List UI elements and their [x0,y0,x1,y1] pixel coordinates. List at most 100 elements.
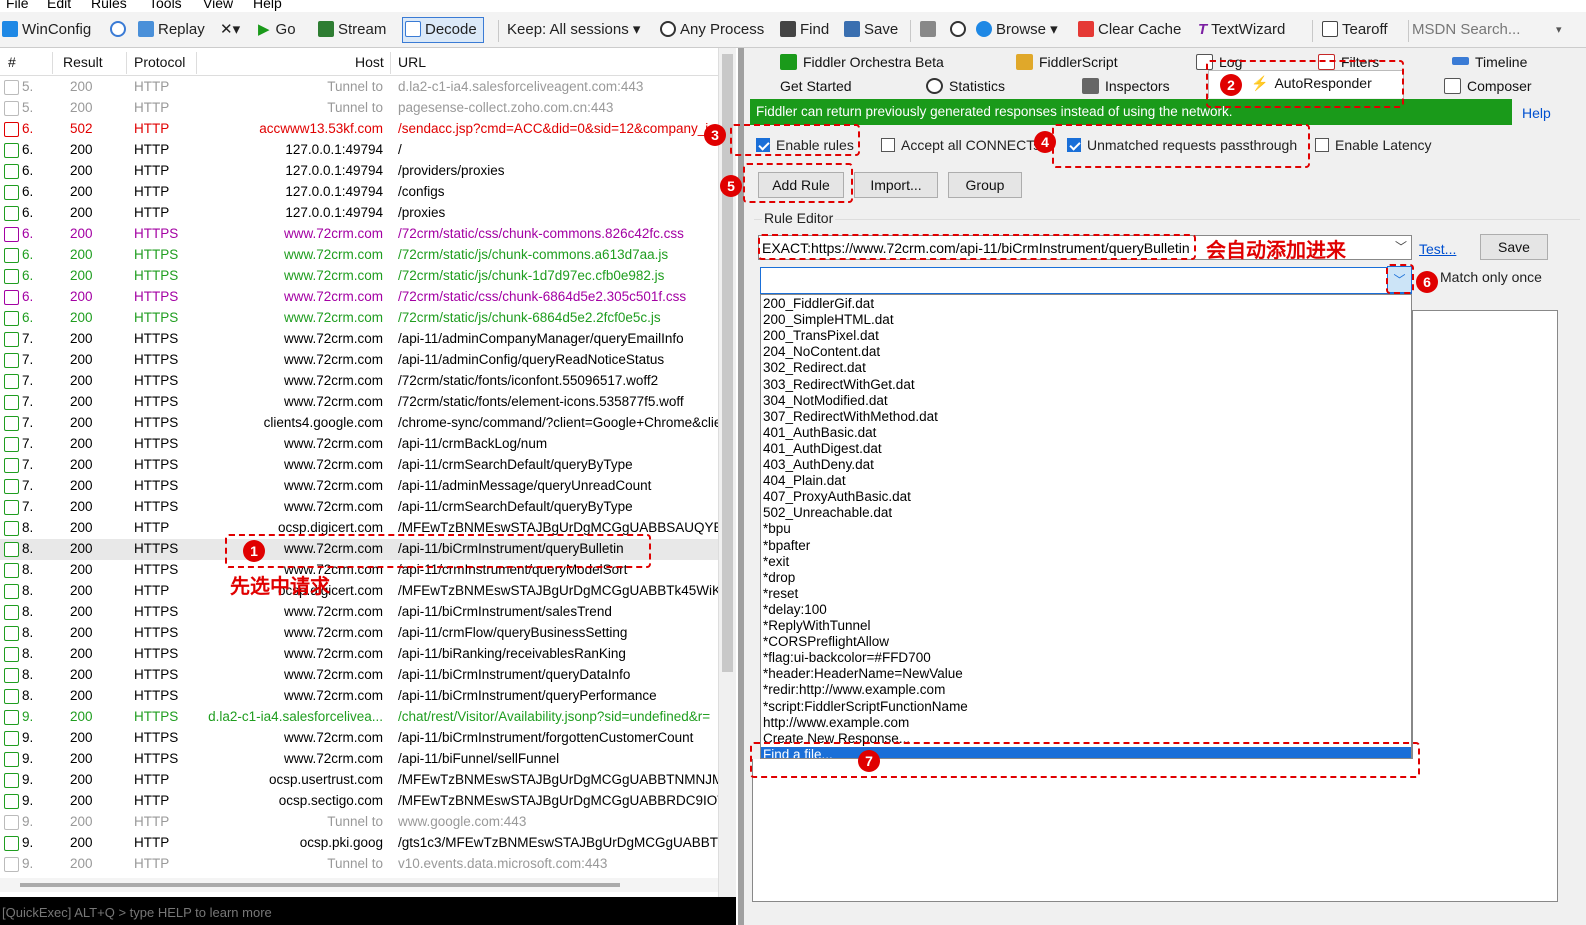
table-row[interactable]: 6. 200 HTTPS www.72crm.com/72crm/static/js/… [0,266,718,287]
table-row[interactable]: 6. 200 HTTPS www.72crm.com/72crm/static/js/… [0,245,718,266]
table-row[interactable]: 6. 200 HTTP 127.0.0.1:49794/proxies [0,203,718,224]
dropdown-option[interactable]: *flag:ui-backcolor=#FFD700 [763,650,931,666]
table-row[interactable]: 7. 200 HTTPS www.72crm.com/api-11/crmSearch… [0,455,718,476]
sessions-hscrollbar[interactable] [0,878,718,892]
table-row[interactable]: 9. 200 HTTP Tunnel to v10.events.data.micros… [0,854,718,875]
col-protocol[interactable]: Protocol [134,54,185,70]
table-row[interactable]: 5. 200 HTTP Tunnel to d.la2-c1-ia4.salesforc… [0,77,718,98]
enable-latency-checkbox[interactable]: Enable Latency [1315,137,1432,153]
table-row[interactable]: 7. 200 HTTPS www.72crm.com/api-11/crmSearch… [0,497,718,518]
dropdown-option[interactable]: http://www.example.com [763,715,909,731]
tab-composer[interactable]: Composer [1444,78,1532,94]
table-row[interactable]: 6. 200 HTTPS www.72crm.com/72crm/static/js/… [0,308,718,329]
table-row[interactable]: 6. 502 HTTP accwww13.53kf.com/sendacc.jsp?c… [0,119,718,140]
browse-button[interactable]: Browse ▾ [976,18,1058,42]
tearoff-button[interactable]: Tearoff [1322,18,1388,42]
clear-cache-button[interactable]: Clear Cache [1078,18,1181,42]
accept-connects-checkbox[interactable]: Accept all CONNECTs [881,137,1040,153]
chevron-down-icon[interactable]: ﹀ [1392,236,1410,259]
table-row[interactable]: 8. 200 HTTP ocsp.digicert.com/MFEwTzBNMEswS… [0,581,718,602]
table-row[interactable]: 9. 200 HTTP ocsp.pki.goog/gts1c3/MFEwTzBNME… [0,833,718,854]
textwizard-button[interactable]: T TextWizard [1198,18,1285,42]
dropdown-option[interactable]: *reset [763,586,798,602]
dropdown-option[interactable]: *bpafter [763,538,810,554]
dropdown-option[interactable]: *CORSPreflightAllow [763,634,889,650]
col-result[interactable]: Result [63,54,103,70]
decode-button[interactable]: Decode [402,17,484,43]
keep-sessions-dropdown[interactable]: Keep: All sessions ▾ [507,18,640,42]
dropdown-option[interactable]: 401_AuthBasic.dat [763,425,876,441]
dropdown-option[interactable]: *script:FiddlerScriptFunctionName [763,699,968,715]
dropdown-option[interactable]: 304_NotModified.dat [763,393,888,409]
screenshot-button[interactable] [920,18,940,42]
response-input[interactable] [760,267,1412,294]
tab-fiddler-orchestra[interactable]: Fiddler Orchestra Beta [780,54,944,70]
col-host[interactable]: Host [355,54,384,70]
table-row[interactable]: 7. 200 HTTPS www.72crm.com/72crm/static/fon… [0,392,718,413]
dropdown-option[interactable]: *delay:100 [763,602,827,618]
menu-tools[interactable]: Tools [149,0,182,11]
dropdown-option[interactable]: *header:HeaderName=NewValue [763,666,963,682]
table-row[interactable]: 9. 200 HTTPS d.la2-c1-ia4.salesforcelivea..… [0,707,718,728]
table-row[interactable]: 7. 200 HTTPS www.72crm.com/api-11/adminConf… [0,350,718,371]
import-button[interactable]: Import... [854,172,938,198]
overflow-chevron-icon[interactable]: ▾ [1556,18,1562,42]
dropdown-option[interactable]: 200_SimpleHTML.dat [763,312,894,328]
dropdown-option[interactable]: 200_FiddlerGif.dat [763,296,874,312]
dropdown-option[interactable]: 403_AuthDeny.dat [763,457,874,473]
dropdown-option[interactable]: *exit [763,554,789,570]
table-row[interactable]: 8. 200 HTTPS www.72crm.com/api-11/crmFlow/q… [0,623,718,644]
menu-file[interactable]: File [6,0,29,11]
dropdown-option[interactable]: 502_Unreachable.dat [763,505,892,521]
response-dropdown-list[interactable]: 200_FiddlerGif.dat 200_SimpleHTML.dat 200_… [760,294,1412,759]
table-row[interactable]: 6. 200 HTTP 127.0.0.1:49794/configs [0,182,718,203]
tab-get-started[interactable]: Get Started [780,78,852,94]
menu-edit[interactable]: Edit [47,0,71,11]
dropdown-option[interactable]: 204_NoContent.dat [763,344,880,360]
menu-help[interactable]: Help [253,0,282,11]
table-row[interactable]: 7. 200 HTTPS www.72crm.com/api-11/adminMess… [0,476,718,497]
find-button[interactable]: Find [780,18,829,42]
stream-button[interactable]: Stream [318,18,386,42]
any-process-button[interactable]: Any Process [660,18,764,42]
table-row[interactable]: 9. 200 HTTPS www.72crm.com/api-11/biCrmInst… [0,728,718,749]
col-num[interactable]: # [8,54,16,70]
dropdown-option[interactable]: *redir:http://www.example.com [763,682,945,698]
timer-button[interactable] [950,18,970,42]
dropdown-option[interactable]: 401_AuthDigest.dat [763,441,882,457]
dropdown-option[interactable]: 404_Plain.dat [763,473,846,489]
table-row[interactable]: 9. 200 HTTP Tunnel to www.google.com:443 [0,812,718,833]
remove-button[interactable]: ✕▾ [220,18,240,42]
table-row[interactable]: 6. 200 HTTPS www.72crm.com/72crm/static/css… [0,287,718,308]
table-row[interactable]: 6. 200 HTTP 127.0.0.1:49794 / [0,140,718,161]
replay-button[interactable]: Replay [138,18,205,42]
dropdown-option[interactable]: 307_RedirectWithMethod.dat [763,409,938,425]
go-button[interactable]: ▶ Go [258,18,296,42]
menu-view[interactable]: View [203,0,233,11]
dropdown-option[interactable]: 200_TransPixel.dat [763,328,879,344]
col-url[interactable]: URL [398,54,426,70]
dropdown-option[interactable]: 302_Redirect.dat [763,360,866,376]
table-row[interactable]: 9. 200 HTTPS www.72crm.com/api-11/biFunnel/… [0,749,718,770]
dropdown-option[interactable]: *drop [763,570,795,586]
table-row[interactable]: 9. 200 HTTP ocsp.usertrust.com/MFEwTzBNMEsw… [0,770,718,791]
table-row[interactable]: 7. 200 HTTPS www.72crm.com/api-11/adminComp… [0,329,718,350]
tab-fiddlerscript[interactable]: FiddlerScript [1016,54,1118,70]
save-button[interactable]: Save [844,18,898,42]
table-row[interactable]: 6. 200 HTTP 127.0.0.1:49794/providers/proxi… [0,161,718,182]
menu-rules[interactable]: Rules [91,0,127,11]
tab-timeline[interactable]: Timeline [1452,54,1527,70]
dropdown-option[interactable]: 407_ProxyAuthBasic.dat [763,489,911,505]
quickexec-input[interactable]: [QuickExec] ALT+Q > type HELP to learn m… [0,897,736,925]
tab-inspectors[interactable]: Inspectors [1082,78,1170,94]
table-row[interactable]: 6. 200 HTTPS www.72crm.com/72crm/static/css… [0,224,718,245]
table-row[interactable]: 7. 200 HTTPS www.72crm.com/api-11/crmBackLo… [0,434,718,455]
table-row[interactable]: 7. 200 HTTPS clients4.google.com/chrome-syn… [0,413,718,434]
group-button[interactable]: Group [948,172,1022,198]
table-row[interactable]: 8. 200 HTTPS www.72crm.com/api-11/biRanking… [0,644,718,665]
table-row[interactable]: 8. 200 HTTPS www.72crm.com/api-11/biCrmInst… [0,686,718,707]
comment-button[interactable] [110,18,130,42]
test-link[interactable]: Test... [1419,241,1456,257]
table-row[interactable]: 8. 200 HTTPS www.72crm.com/api-11/biCrmInst… [0,665,718,686]
winconfig-button[interactable]: WinConfig [2,18,91,42]
